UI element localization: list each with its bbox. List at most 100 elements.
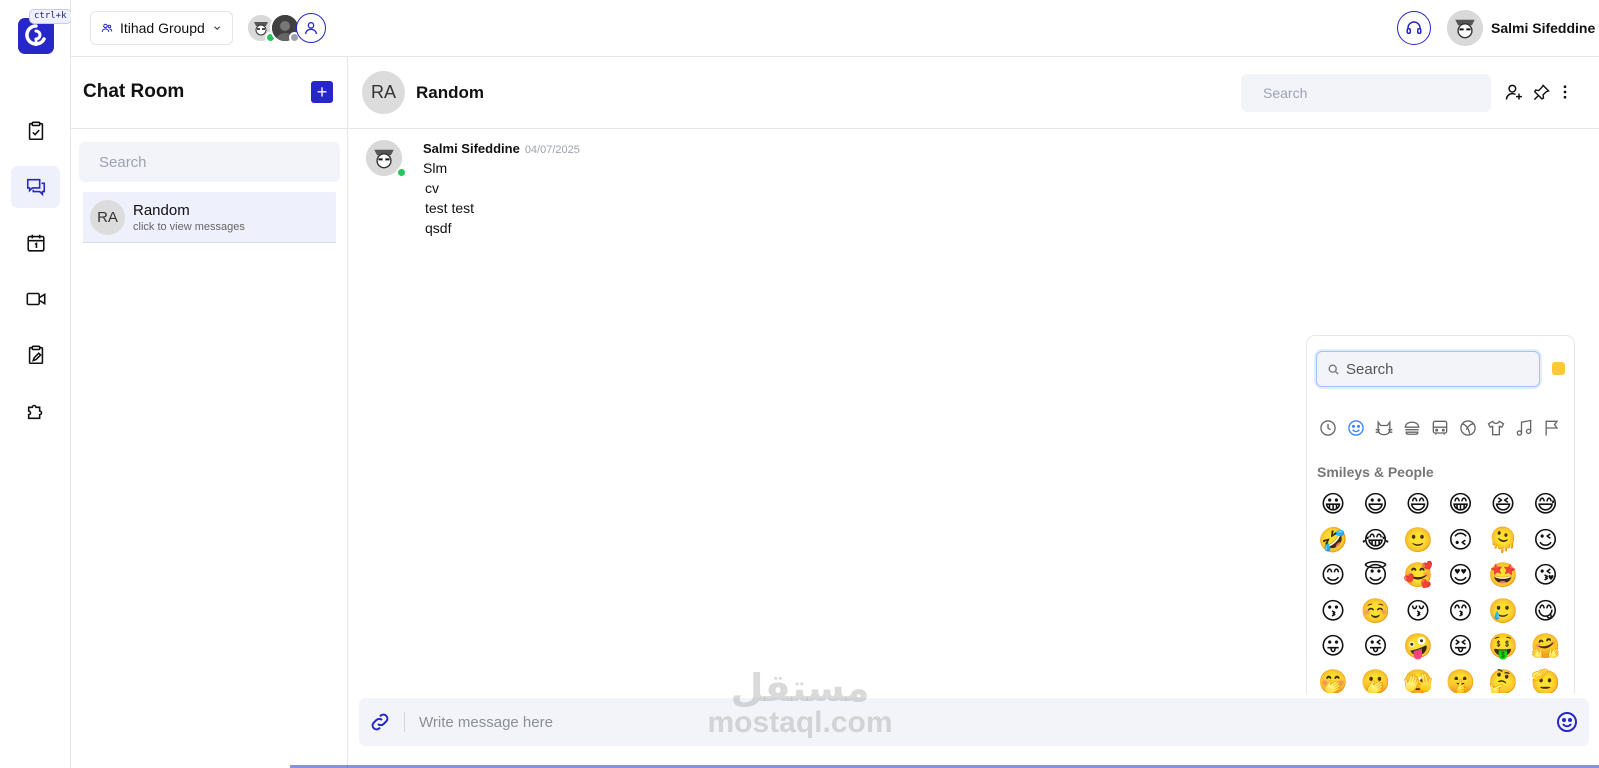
user-name[interactable]: Salmi Sifeddine bbox=[1491, 20, 1595, 36]
emoji-item[interactable]: 😆 bbox=[1488, 490, 1518, 520]
chat-list-header: Chat Room + bbox=[71, 57, 347, 129]
emoji-item[interactable]: 🫠 bbox=[1488, 526, 1518, 556]
more-options-button[interactable] bbox=[1554, 81, 1576, 103]
kebab-menu-icon bbox=[1563, 85, 1567, 99]
tab-recent[interactable] bbox=[1316, 416, 1339, 439]
emoji-item[interactable]: 🤑 bbox=[1488, 632, 1518, 662]
nav-board[interactable] bbox=[11, 334, 60, 376]
activity-ball-icon bbox=[1459, 419, 1476, 436]
emoji-item[interactable]: 🫣 bbox=[1403, 668, 1433, 694]
message-search-input[interactable] bbox=[1241, 74, 1491, 112]
nav-tasks[interactable] bbox=[11, 110, 60, 152]
travel-bus-icon bbox=[1432, 420, 1447, 435]
emoji-item[interactable]: 😁 bbox=[1446, 490, 1476, 520]
user-plus-icon bbox=[1505, 84, 1522, 100]
tab-travel[interactable] bbox=[1428, 416, 1451, 439]
message-line: test test bbox=[425, 200, 475, 216]
objects-shirt-icon bbox=[1487, 419, 1504, 435]
room-search-input[interactable] bbox=[79, 142, 340, 182]
chat-bubbles-icon bbox=[26, 178, 45, 197]
tab-objects[interactable] bbox=[1484, 416, 1507, 439]
emoji-item[interactable]: 🤣 bbox=[1318, 526, 1348, 556]
animal-cat-icon bbox=[1375, 419, 1392, 435]
message-body: Slm cv test test qsdf bbox=[423, 158, 474, 238]
emoji-item[interactable]: 😉 bbox=[1531, 526, 1561, 556]
emoji-item[interactable]: 🤗 bbox=[1531, 632, 1561, 662]
emoji-item[interactable]: 😂 bbox=[1361, 526, 1391, 556]
tab-food[interactable] bbox=[1400, 416, 1423, 439]
emoji-item[interactable]: ☺️ bbox=[1361, 597, 1391, 627]
add-participant-button[interactable] bbox=[1503, 81, 1525, 103]
member-avatars[interactable] bbox=[246, 13, 326, 43]
emoji-item[interactable]: 🙃 bbox=[1446, 526, 1476, 556]
emoji-item[interactable]: 🤩 bbox=[1488, 561, 1518, 591]
emoji-item[interactable]: 😀 bbox=[1318, 490, 1348, 520]
video-camera-icon bbox=[26, 292, 45, 306]
emoji-item[interactable]: 😃 bbox=[1361, 490, 1391, 520]
emoji-item[interactable]: 😄 bbox=[1403, 490, 1433, 520]
support-button[interactable] bbox=[1397, 11, 1431, 45]
avatar[interactable] bbox=[366, 140, 407, 178]
emoji-item[interactable]: 😜 bbox=[1361, 632, 1391, 662]
food-burger-icon bbox=[1404, 420, 1419, 435]
calendar-icon bbox=[26, 234, 45, 252]
emoji-toggle-icon[interactable] bbox=[1555, 710, 1579, 734]
emoji-item[interactable]: 🤔 bbox=[1488, 668, 1518, 694]
chat-list-panel: Chat Room + RA Random click to view mess… bbox=[71, 57, 348, 768]
emoji-item[interactable]: 🫡 bbox=[1531, 668, 1561, 694]
emoji-item[interactable]: 😊 bbox=[1318, 561, 1348, 591]
emoji-search-input[interactable] bbox=[1346, 360, 1526, 378]
top-bar: Itihad Groupd Salmi Sifeddine bbox=[71, 0, 1599, 57]
recent-clock-icon bbox=[1319, 419, 1336, 436]
emoji-item[interactable]: 😋 bbox=[1531, 597, 1561, 627]
add-room-button[interactable]: + bbox=[311, 81, 333, 103]
room-name: Random bbox=[133, 201, 190, 219]
skin-tone-button[interactable] bbox=[1552, 362, 1565, 375]
emoji-picker: Smileys & People 😀 😃 😄 😁 😆 😅 🤣 😂 🙂 🙃 🫠 😉 😊 😇 🥰 😍 🤩 😘 😗 ☺️ 😚 😙… bbox=[1306, 335, 1575, 693]
message-input[interactable] bbox=[419, 706, 1519, 738]
search-icon bbox=[1328, 363, 1339, 375]
group-selector[interactable]: Itihad Groupd bbox=[90, 11, 233, 45]
user-icon bbox=[305, 22, 317, 35]
emoji-item[interactable]: 😅 bbox=[1531, 490, 1561, 520]
emoji-item[interactable]: 😝 bbox=[1446, 632, 1476, 662]
online-status-dot bbox=[396, 167, 407, 178]
emoji-item[interactable]: 😗 bbox=[1318, 597, 1348, 627]
tab-animals[interactable] bbox=[1372, 416, 1395, 439]
emoji-item[interactable]: 😍 bbox=[1446, 561, 1476, 591]
emoji-item[interactable]: 😛 bbox=[1318, 632, 1348, 662]
pin-button[interactable] bbox=[1530, 81, 1552, 103]
message-author: Salmi Sifeddine bbox=[423, 141, 520, 156]
emoji-item[interactable]: 🤪 bbox=[1403, 632, 1433, 662]
add-member-button[interactable] bbox=[296, 13, 326, 43]
emoji-item[interactable]: 🫢 bbox=[1361, 668, 1391, 694]
headset-icon bbox=[1406, 21, 1422, 34]
nav-calendar[interactable] bbox=[11, 222, 60, 264]
shortcut-badge: ctrl+k bbox=[29, 9, 72, 24]
nav-integrations[interactable] bbox=[11, 390, 60, 432]
list-item[interactable]: RA Random click to view messages bbox=[83, 192, 336, 243]
avatar[interactable] bbox=[1447, 10, 1483, 46]
emoji-item[interactable]: 😘 bbox=[1531, 561, 1561, 591]
emoji-search-field[interactable] bbox=[1316, 351, 1540, 387]
emoji-item[interactable]: 🥲 bbox=[1488, 597, 1518, 627]
emoji-item[interactable]: 🥰 bbox=[1403, 561, 1433, 591]
pin-icon bbox=[1533, 83, 1550, 100]
tab-smileys[interactable] bbox=[1344, 416, 1367, 439]
emoji-item[interactable]: 😙 bbox=[1446, 597, 1476, 627]
nav-video[interactable] bbox=[11, 278, 60, 320]
group-name: Itihad Groupd bbox=[119, 20, 205, 36]
emoji-item[interactable]: 😇 bbox=[1361, 561, 1391, 591]
emoji-item[interactable]: 🙂 bbox=[1403, 526, 1433, 556]
emoji-item[interactable]: 🤭 bbox=[1318, 668, 1348, 694]
emoji-item[interactable]: 🤫 bbox=[1446, 668, 1476, 694]
tab-activities[interactable] bbox=[1456, 416, 1479, 439]
chat-header: RA Random bbox=[348, 57, 1599, 129]
tab-flags[interactable] bbox=[1540, 416, 1563, 439]
tab-symbols[interactable] bbox=[1512, 416, 1535, 439]
attach-link-icon[interactable] bbox=[368, 710, 392, 734]
puzzle-icon bbox=[27, 404, 42, 420]
chevron-down-icon bbox=[213, 26, 220, 31]
nav-chat[interactable] bbox=[11, 166, 60, 208]
emoji-item[interactable]: 😚 bbox=[1403, 597, 1433, 627]
